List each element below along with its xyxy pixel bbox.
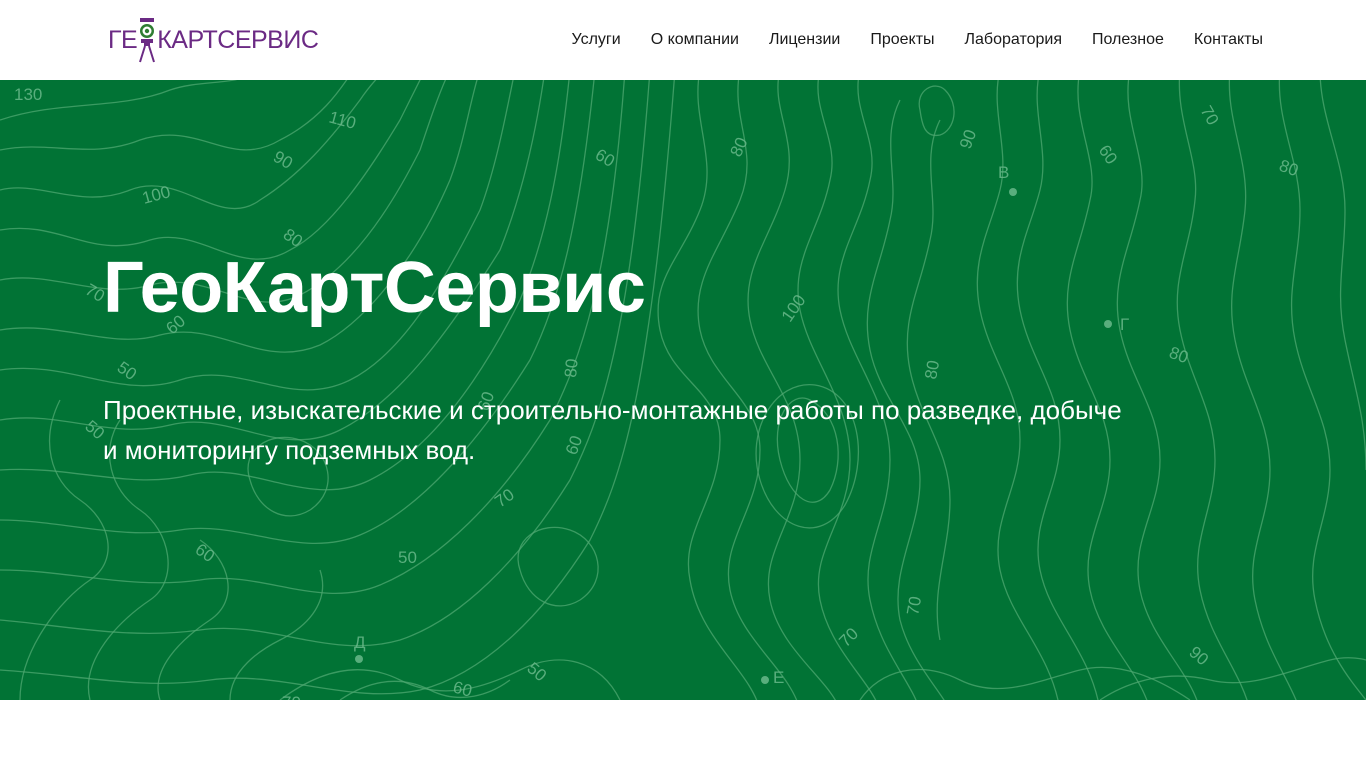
- map-point-marker: [1104, 320, 1112, 328]
- logo-text-left: ГЕ: [108, 26, 138, 54]
- nav-item-licenses[interactable]: Лицензии: [769, 31, 840, 49]
- nav-item-useful[interactable]: Полезное: [1092, 31, 1164, 49]
- nav-item-projects[interactable]: Проекты: [870, 31, 934, 49]
- map-point-marker: [1009, 188, 1017, 196]
- hero-subtitle: Проектные, изыскательские и строительно-…: [103, 395, 1122, 465]
- map-point-marker: [761, 676, 769, 684]
- nav-item-services[interactable]: Услуги: [572, 31, 621, 49]
- map-label: 70: [835, 624, 862, 651]
- map-label: 50: [398, 548, 417, 567]
- map-label: 60: [451, 678, 474, 700]
- geodetic-tripod-icon: [139, 18, 156, 63]
- map-label: 60: [192, 540, 218, 566]
- map-label: 100: [140, 182, 172, 208]
- map-label: 100: [778, 291, 810, 325]
- logo-text-right: КАРТСЕРВИС: [157, 26, 319, 54]
- hero-banner: 130 110 90 100 80 70 60 50 60 80 90 60 7…: [0, 80, 1366, 700]
- map-label: 70: [903, 595, 925, 617]
- map-label: Д: [354, 633, 366, 652]
- map-label: 80: [726, 135, 751, 160]
- hero-title: ГеоКартСервис: [103, 248, 646, 328]
- main-nav: Услуги О компании Лицензии Проекты Лабор…: [572, 0, 1264, 80]
- map-label: 50: [114, 358, 140, 384]
- map-label: 130: [14, 85, 42, 104]
- nav-item-contacts[interactable]: Контакты: [1194, 31, 1263, 49]
- map-label: 70: [491, 485, 517, 511]
- map-label: 90: [1185, 643, 1212, 670]
- map-point-marker: [355, 655, 363, 663]
- map-label: 90: [270, 147, 296, 173]
- map-label: 70: [1197, 103, 1223, 129]
- map-label: 80: [561, 358, 582, 379]
- content-below-hero: [0, 700, 1366, 768]
- site-header: ГЕ КАРТСЕРВИС Услуги О компании Лицензии…: [0, 0, 1366, 80]
- map-label: 50: [523, 659, 550, 686]
- map-label: 80: [1277, 156, 1301, 180]
- map-label: 70: [282, 693, 301, 700]
- map-label: Г: [1120, 315, 1129, 334]
- map-label: 80: [1167, 343, 1191, 367]
- nav-item-laboratory[interactable]: Лаборатория: [965, 31, 1062, 49]
- map-label: 90: [956, 127, 980, 151]
- map-label: 60: [1095, 141, 1121, 167]
- map-label: Е: [773, 668, 784, 687]
- map-label: 60: [592, 145, 618, 171]
- site-logo[interactable]: ГЕ КАРТСЕРВИС: [108, 17, 319, 65]
- map-label: В: [998, 163, 1009, 182]
- map-label: 110: [327, 108, 358, 133]
- map-label: 80: [921, 359, 943, 381]
- nav-item-about[interactable]: О компании: [651, 31, 739, 49]
